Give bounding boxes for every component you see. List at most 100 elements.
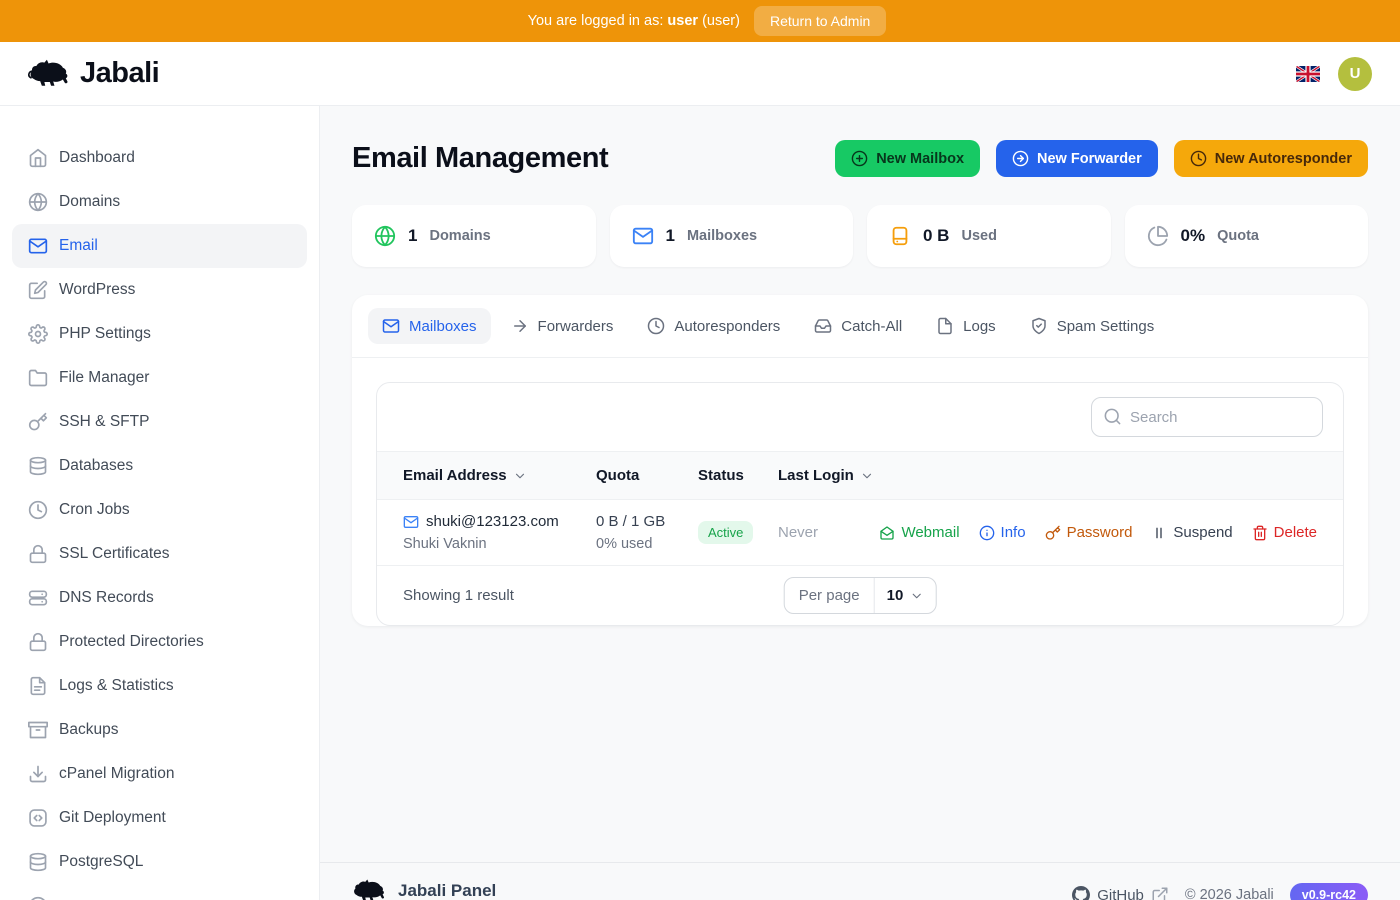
tab-label: Logs (963, 317, 996, 335)
password-action[interactable]: Password (1045, 524, 1133, 541)
logged-in-role: (user) (702, 13, 740, 29)
sidebar-item-file-manager[interactable]: File Manager (12, 356, 307, 400)
sidebar-item-backups[interactable]: Backups (12, 708, 307, 752)
sidebar-item-dns-records[interactable]: DNS Records (12, 576, 307, 620)
tab-forwarders[interactable]: Forwarders (497, 308, 628, 344)
action-label: Password (1066, 524, 1133, 541)
sidebar-item-postgresql[interactable]: PostgreSQL (12, 840, 307, 884)
suspend-action[interactable]: Suspend (1151, 524, 1233, 541)
table-row: shuki@123123.com Shuki Vaknin 0 B / 1 GB… (377, 500, 1343, 565)
pause-icon (1151, 525, 1167, 541)
mail-open-icon (879, 525, 895, 541)
new-mailbox-button[interactable]: New Mailbox (835, 140, 981, 177)
sidebar-item-label: Cron Jobs (59, 501, 130, 518)
showing-results-text: Showing 1 result (403, 587, 514, 604)
mail-icon (403, 514, 419, 530)
sidebar-item-cpanel-migration[interactable]: cPanel Migration (12, 752, 307, 796)
sidebar-item-databases[interactable]: Databases (12, 444, 307, 488)
stat-label: Domains (429, 228, 491, 244)
sidebar-item-label: Backups (59, 721, 119, 738)
boar-logo-icon (354, 879, 384, 900)
webmail-action[interactable]: Webmail (879, 524, 960, 541)
stat-card-domains[interactable]: 1 Domains (352, 205, 596, 267)
edit-icon (28, 280, 48, 300)
sidebar-nav: Dashboard Domains Email WordPress PHP Settin… (0, 136, 319, 900)
tab-spam-settings[interactable]: Spam Settings (1016, 308, 1169, 344)
sidebar-item-label: Databases (59, 457, 134, 474)
mail-icon (632, 225, 654, 247)
stat-label: Mailboxes (686, 228, 758, 244)
sidebar-item-label: Dashboard (59, 149, 135, 166)
mailbox-quota: 0 B / 1 GB (596, 513, 666, 530)
clock-icon (28, 500, 48, 520)
sidebar-item-label: File Manager (59, 369, 150, 386)
column-status: Status (698, 467, 744, 484)
button-label: New Forwarder (1037, 150, 1142, 167)
mailbox-email: shuki@123123.com (426, 513, 559, 530)
sidebar-item-git-deployment[interactable]: Git Deployment (12, 796, 307, 840)
email-panel: Mailboxes Forwarders Autoresponders Catch-A… (352, 295, 1368, 626)
tab-catch-all[interactable]: Catch-All (800, 308, 916, 344)
sidebar-item-cron-jobs[interactable]: Cron Jobs (12, 488, 307, 532)
per-page-select[interactable]: 10 (875, 578, 936, 613)
table-header-row: Email Address Quota Status Last Login (377, 451, 1343, 500)
stat-card-quota[interactable]: 0% Quota (1124, 205, 1368, 267)
tab-bar: Mailboxes Forwarders Autoresponders Catch-A… (352, 295, 1368, 358)
copyright-text: © 2026 Jabali (1184, 887, 1274, 900)
arrow-right-circle-icon (1012, 150, 1029, 167)
column-last-login[interactable]: Last Login (778, 467, 1317, 484)
shield-icon (1030, 317, 1048, 335)
return-to-admin-button[interactable]: Return to Admin (753, 6, 887, 36)
key-icon (1045, 525, 1061, 541)
brand-logo[interactable]: Jabali (28, 57, 160, 90)
last-login-value: Never (778, 524, 819, 541)
tab-mailboxes[interactable]: Mailboxes (368, 308, 491, 344)
new-autoresponder-button[interactable]: New Autoresponder (1173, 140, 1368, 177)
plus-circle-icon (851, 150, 868, 167)
boar-logo-icon (28, 59, 68, 86)
action-label: Delete (1273, 524, 1317, 541)
stat-card-mailboxes[interactable]: 1 Mailboxes (609, 205, 853, 267)
hard-drive-icon (889, 225, 911, 247)
tab-label: Mailboxes (409, 317, 477, 335)
tab-label: Spam Settings (1056, 317, 1155, 335)
search-box (1091, 397, 1323, 437)
sidebar-item-email[interactable]: Email (12, 224, 307, 268)
footer-brand: Jabali Panel (352, 879, 496, 900)
stat-label: Used (961, 228, 997, 244)
database-icon (28, 852, 48, 872)
tab-logs[interactable]: Logs (922, 308, 1010, 344)
sidebar-item-protected-directories[interactable]: Protected Directories (12, 620, 307, 664)
tab-autoresponders[interactable]: Autoresponders (633, 308, 794, 344)
github-link[interactable]: GitHub (1072, 886, 1169, 900)
sidebar-item-php-settings[interactable]: PHP Settings (12, 312, 307, 356)
sidebar-item-ssh-sftp[interactable]: SSH & SFTP (12, 400, 307, 444)
uk-flag-icon[interactable] (1296, 65, 1320, 82)
clock-icon (1190, 150, 1207, 167)
mailbox-quota-used: 0% used (596, 536, 653, 552)
sidebar-item-logs-statistics[interactable]: Logs & Statistics (12, 664, 307, 708)
column-quota: Quota (596, 467, 640, 484)
new-forwarder-button[interactable]: New Forwarder (996, 140, 1158, 177)
chevron-down-icon (909, 589, 923, 603)
stat-value: 1 (665, 226, 675, 245)
search-input[interactable] (1091, 397, 1323, 437)
sidebar: Dashboard Domains Email WordPress PHP Settin… (0, 106, 320, 900)
column-email-address[interactable]: Email Address (403, 467, 596, 484)
delete-action[interactable]: Delete (1252, 524, 1317, 541)
info-action[interactable]: Info (979, 524, 1026, 541)
globe-icon (374, 225, 396, 247)
stat-card-used[interactable]: 0 B Used (867, 205, 1111, 267)
sidebar-item-wordpress[interactable]: WordPress (12, 268, 307, 312)
avatar[interactable]: U (1338, 56, 1372, 91)
lock-icon (28, 632, 48, 652)
action-label: Webmail (901, 524, 960, 541)
sidebar-item-ssl-certificates[interactable]: SSL Certificates (12, 532, 307, 576)
trash-icon (1252, 525, 1268, 541)
sidebar-item-partial[interactable] (12, 884, 307, 900)
sidebar-item-dashboard[interactable]: Dashboard (12, 136, 307, 180)
sidebar-item-label: SSH & SFTP (59, 413, 150, 430)
mailboxes-table-card: Email Address Quota Status Last Login (376, 382, 1344, 626)
sidebar-item-domains[interactable]: Domains (12, 180, 307, 224)
impersonation-bar: You are logged in as: user (user) Return… (0, 0, 1400, 42)
